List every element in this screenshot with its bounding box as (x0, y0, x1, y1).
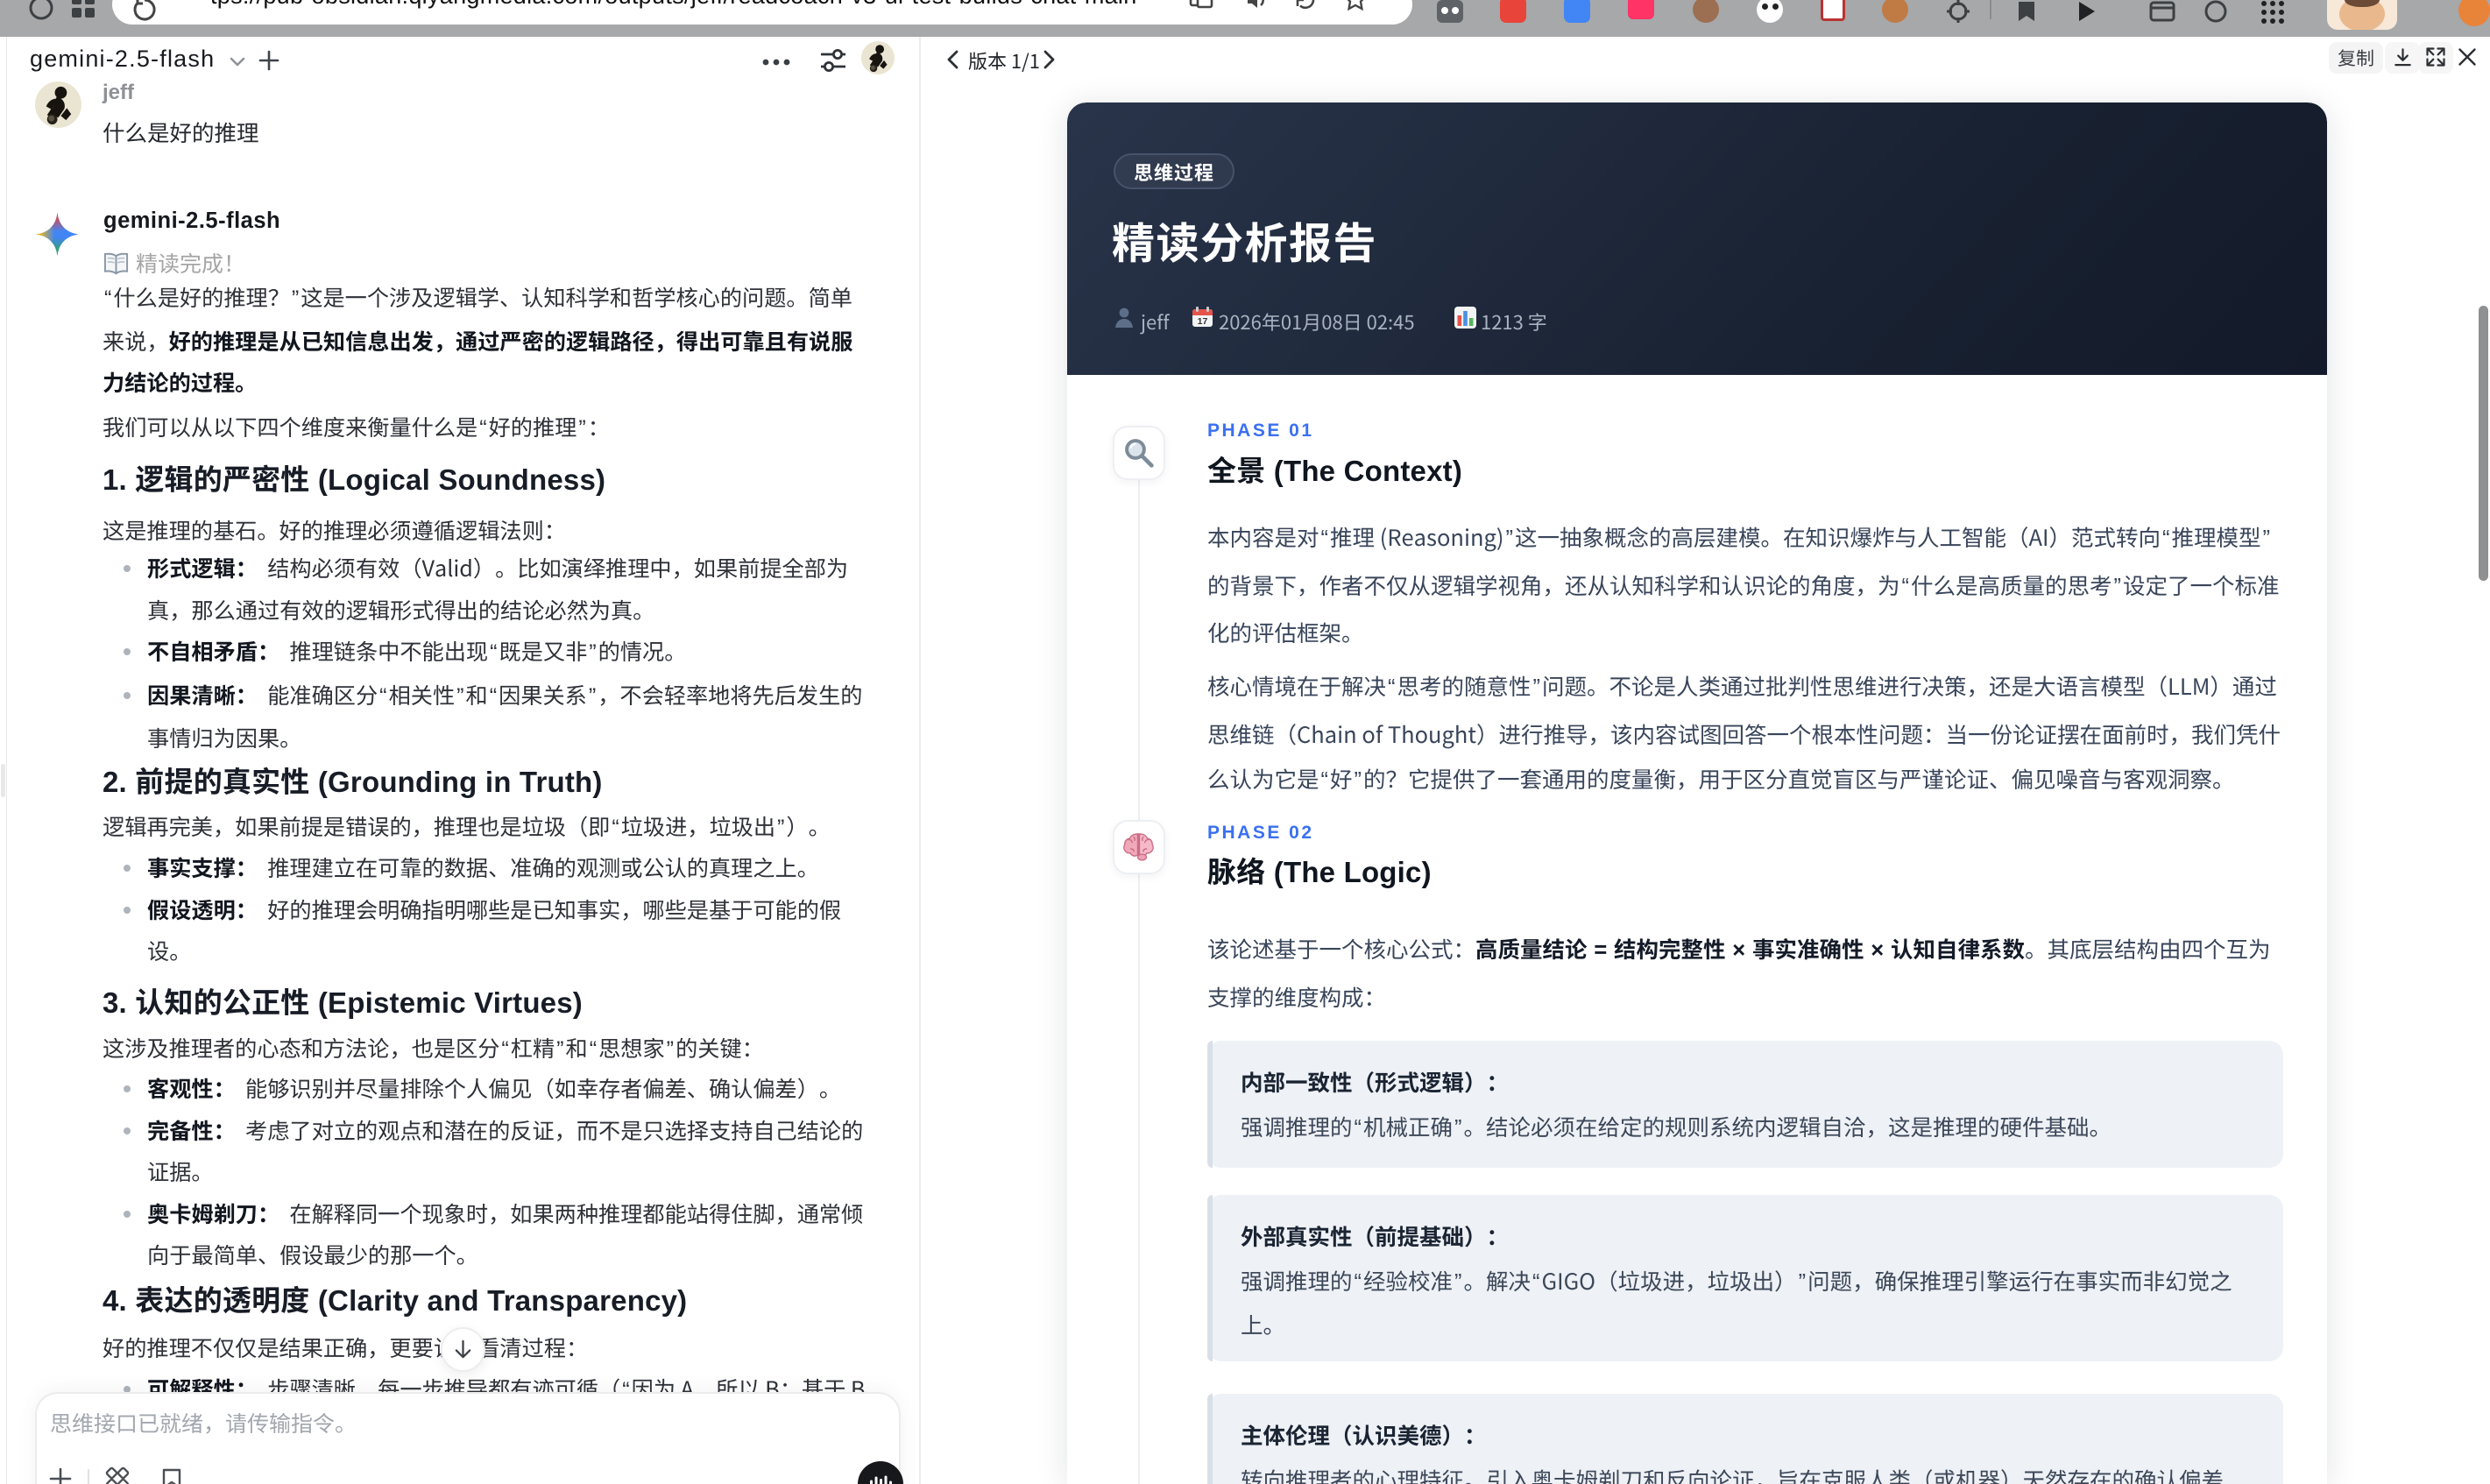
svg-text:17: 17 (1198, 316, 1208, 327)
